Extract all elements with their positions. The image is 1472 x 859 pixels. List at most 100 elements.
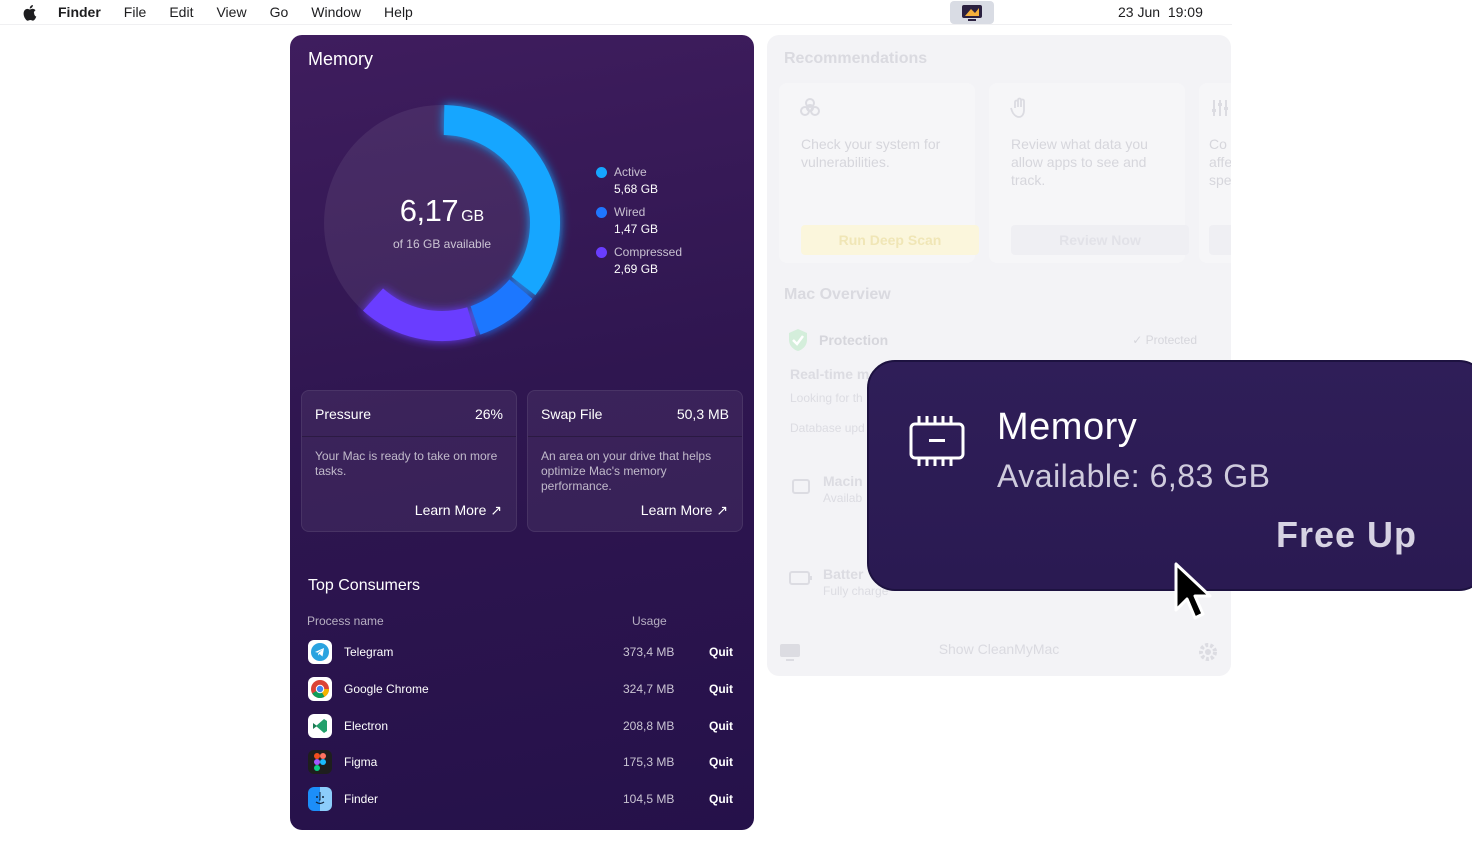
legend-dot-active — [596, 167, 607, 178]
menu-edit[interactable]: Edit — [169, 4, 193, 20]
swap-file-description: An area on your drive that helps optimiz… — [541, 449, 712, 493]
legend-value: 2,69 GB — [614, 262, 659, 276]
memory-title: Memory — [308, 49, 374, 69]
process-usage: 208,8 MB — [623, 719, 675, 733]
sliders-icon — [1212, 100, 1228, 116]
swap-file-label: Swap File — [541, 405, 603, 422]
finder-icon — [308, 787, 332, 811]
quit-button[interactable]: Quit — [709, 792, 733, 806]
check-icon: ✓ — [1132, 333, 1146, 347]
recommendation-card-performance: Co affe spe — [1199, 83, 1231, 263]
legend-label: Wired — [614, 205, 646, 219]
menu-window[interactable]: Window — [311, 4, 361, 20]
recommendation-desc: Co affe spe — [1209, 136, 1231, 188]
clock-time: 19:09 — [1167, 4, 1203, 20]
recommendation-desc: Check your system for vulnerabilities. — [801, 136, 941, 170]
gear-icon[interactable] — [1197, 641, 1219, 663]
process-name: Telegram — [344, 645, 394, 659]
clock-date: 23 Jun — [1118, 4, 1161, 20]
protection-status-text: Protected — [1145, 333, 1197, 347]
telegram-icon — [308, 640, 332, 664]
biohazard-icon — [800, 98, 820, 116]
process-usage: 373,4 MB — [623, 645, 675, 659]
notification-title: Memory — [997, 406, 1138, 448]
recommendations-title: Recommendations — [784, 50, 928, 67]
pressure-header: Pressure 26% — [302, 391, 516, 437]
memory-panel: Memory 6,17 GB of 16 GB available Active … — [290, 35, 754, 830]
recommendation-card-vulnerabilities: Check your system for vulnerabilities. R… — [779, 83, 979, 263]
quit-button[interactable]: Quit — [709, 682, 733, 696]
column-header-usage: Usage — [632, 614, 667, 628]
memory-used-value: 6,17 — [399, 193, 459, 228]
pressure-value: 26% — [474, 405, 503, 422]
menu-go[interactable]: Go — [270, 4, 289, 20]
swap-file-card: Swap File 50,3 MB An area on your drive … — [527, 390, 743, 532]
process-row-chrome: Google Chrome 324,7 MB Quit — [308, 671, 738, 707]
quit-button[interactable]: Quit — [709, 719, 733, 733]
macintosh-label: Macin — [823, 473, 863, 489]
battery-icon — [789, 571, 812, 585]
shield-check-icon — [789, 329, 807, 351]
pressure-description: Your Mac is ready to take on more tasks. — [315, 449, 498, 478]
memory-chip-icon — [909, 416, 965, 466]
process-usage: 175,3 MB — [623, 755, 675, 769]
apple-logo-icon[interactable] — [21, 4, 37, 21]
legend-dot-compressed — [596, 247, 607, 258]
process-row-telegram: Telegram 373,4 MB Quit — [308, 634, 738, 670]
process-row-figma: Figma 175,3 MB Quit — [308, 744, 738, 780]
menu-app-name[interactable]: Finder — [58, 4, 101, 20]
memory-used-unit: GB — [461, 208, 485, 225]
cleanmymac-menubar-icon[interactable] — [950, 1, 994, 24]
process-row-finder: Finder 104,5 MB Quit — [308, 781, 738, 817]
macintosh-sub: Availab — [823, 491, 863, 505]
protection-row[interactable]: Protection ✓ Protected — [787, 326, 1209, 354]
menu-bar: Finder File Edit View Go Window Help 23 … — [0, 0, 1232, 25]
process-usage: 104,5 MB — [623, 792, 675, 806]
disk-icon — [792, 479, 810, 494]
process-name: Google Chrome — [344, 682, 429, 696]
legend-item-compressed: Compressed 2,69 GB — [596, 245, 682, 285]
legend-label: Compressed — [614, 245, 683, 259]
battery-label: Batter — [823, 566, 864, 582]
realtime-sub: Looking for th — [790, 391, 863, 405]
show-cleanmymac-link[interactable]: Show CleanMyMac — [767, 641, 1231, 657]
pressure-label: Pressure — [315, 405, 372, 422]
review-now-button[interactable]: Review Now — [1011, 225, 1189, 255]
legend-item-wired: Wired 1,47 GB — [596, 205, 682, 245]
donut-center: 6,17 GB of 16 GB available — [332, 193, 552, 251]
column-header-process: Process name — [307, 614, 384, 628]
figma-icon — [308, 750, 332, 774]
quit-button[interactable]: Quit — [709, 755, 733, 769]
hand-icon — [1010, 97, 1025, 118]
swap-file-header: Swap File 50,3 MB — [528, 391, 742, 437]
quit-button[interactable]: Quit — [709, 645, 733, 659]
process-name: Finder — [344, 792, 379, 806]
legend-value: 1,47 GB — [614, 222, 659, 236]
menu-view[interactable]: View — [216, 4, 246, 20]
menu-file[interactable]: File — [124, 4, 147, 20]
legend-dot-wired — [596, 207, 607, 218]
pressure-card: Pressure 26% Your Mac is ready to take o… — [301, 390, 517, 532]
legend-value: 5,68 GB — [614, 182, 659, 196]
recommendation-button[interactable] — [1209, 225, 1231, 255]
mouse-cursor-icon — [1174, 562, 1212, 620]
database-label: Database upd — [790, 421, 865, 435]
chrome-icon — [308, 677, 332, 701]
process-name: Figma — [344, 755, 378, 769]
menu-clock[interactable]: 23 Jun 19:09 — [1118, 4, 1203, 20]
run-deep-scan-button[interactable]: Run Deep Scan — [801, 225, 979, 255]
notification-available: Available: 6,83 GB — [997, 458, 1271, 494]
mac-overview-title: Mac Overview — [784, 286, 891, 303]
pressure-learn-more-link[interactable]: Learn More ↗ — [415, 502, 502, 519]
recommendation-desc: Review what data you allow apps to see a… — [1011, 136, 1148, 188]
menu-help[interactable]: Help — [384, 4, 413, 20]
swap-file-value: 50,3 MB — [676, 405, 729, 422]
process-name: Electron — [344, 719, 389, 733]
memory-legend: Active 5,68 GB Wired 1,47 GB Compressed … — [596, 165, 682, 285]
swap-learn-more-link[interactable]: Learn More ↗ — [641, 502, 728, 519]
realtime-label: Real-time m — [790, 366, 870, 382]
memory-notification[interactable]: Memory Available: 6,83 GB Free Up — [867, 360, 1472, 591]
free-up-button[interactable]: Free Up — [1276, 514, 1417, 556]
protection-status: ✓ Protected — [1132, 333, 1197, 347]
process-usage: 324,7 MB — [623, 682, 675, 696]
